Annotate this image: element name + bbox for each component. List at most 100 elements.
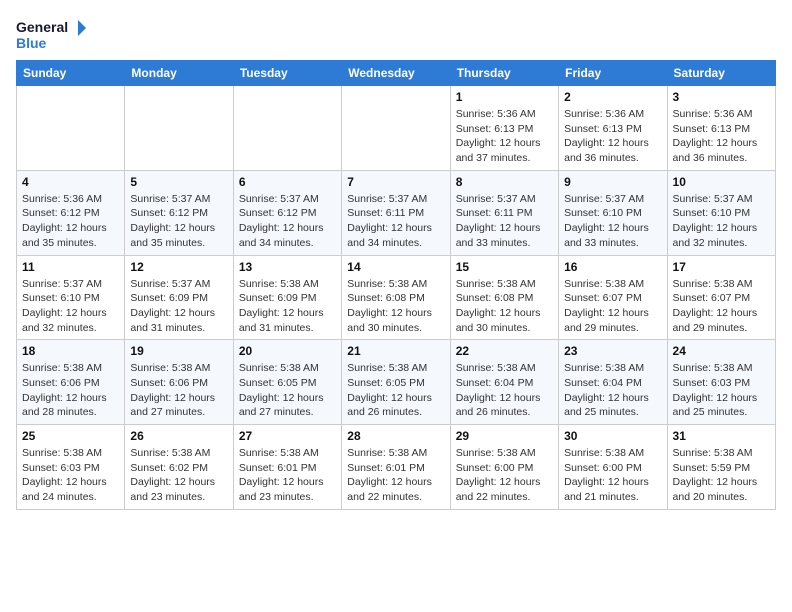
day-info: Sunrise: 5:38 AM Sunset: 6:09 PM Dayligh… — [239, 277, 336, 336]
day-info: Sunrise: 5:38 AM Sunset: 6:03 PM Dayligh… — [673, 361, 770, 420]
day-number: 18 — [22, 344, 119, 358]
day-info: Sunrise: 5:38 AM Sunset: 6:08 PM Dayligh… — [347, 277, 444, 336]
day-info: Sunrise: 5:38 AM Sunset: 6:08 PM Dayligh… — [456, 277, 553, 336]
day-number: 12 — [130, 260, 227, 274]
calendar-cell: 2 Sunrise: 5:36 AM Sunset: 6:13 PM Daylig… — [559, 86, 667, 171]
logo: General Blue — [16, 16, 86, 52]
day-number: 14 — [347, 260, 444, 274]
calendar-cell: 11 Sunrise: 5:37 AM Sunset: 6:10 PM Dayli… — [17, 255, 125, 340]
day-info: Sunrise: 5:38 AM Sunset: 6:00 PM Dayligh… — [456, 446, 553, 505]
day-info: Sunrise: 5:38 AM Sunset: 6:05 PM Dayligh… — [347, 361, 444, 420]
day-number: 7 — [347, 175, 444, 189]
week-row-5: 25 Sunrise: 5:38 AM Sunset: 6:03 PM Dayli… — [17, 425, 776, 510]
day-number: 28 — [347, 429, 444, 443]
calendar-cell: 31Sunrise: 5:38 AM Sunset: 5:59 PM Dayli… — [667, 425, 775, 510]
day-number: 15 — [456, 260, 553, 274]
day-info: Sunrise: 5:37 AM Sunset: 6:10 PM Dayligh… — [564, 192, 661, 251]
calendar-cell: 21 Sunrise: 5:38 AM Sunset: 6:05 PM Dayli… — [342, 340, 450, 425]
day-info: Sunrise: 5:36 AM Sunset: 6:13 PM Dayligh… — [673, 107, 770, 166]
day-info: Sunrise: 5:38 AM Sunset: 6:01 PM Dayligh… — [239, 446, 336, 505]
day-number: 20 — [239, 344, 336, 358]
calendar-table: SundayMondayTuesdayWednesdayThursdayFrid… — [16, 60, 776, 510]
day-number: 24 — [673, 344, 770, 358]
day-number: 11 — [22, 260, 119, 274]
weekday-header-tuesday: Tuesday — [233, 61, 341, 86]
calendar-cell: 29 Sunrise: 5:38 AM Sunset: 6:00 PM Dayli… — [450, 425, 558, 510]
day-number: 9 — [564, 175, 661, 189]
day-info: Sunrise: 5:37 AM Sunset: 6:10 PM Dayligh… — [673, 192, 770, 251]
day-number: 29 — [456, 429, 553, 443]
day-number: 5 — [130, 175, 227, 189]
calendar-cell: 12 Sunrise: 5:37 AM Sunset: 6:09 PM Dayli… — [125, 255, 233, 340]
day-number: 23 — [564, 344, 661, 358]
calendar-cell — [125, 86, 233, 171]
day-info: Sunrise: 5:38 AM Sunset: 6:02 PM Dayligh… — [130, 446, 227, 505]
calendar-cell — [17, 86, 125, 171]
day-number: 27 — [239, 429, 336, 443]
day-number: 25 — [22, 429, 119, 443]
calendar-cell: 24 Sunrise: 5:38 AM Sunset: 6:03 PM Dayli… — [667, 340, 775, 425]
calendar-cell: 14 Sunrise: 5:38 AM Sunset: 6:08 PM Dayli… — [342, 255, 450, 340]
weekday-header-saturday: Saturday — [667, 61, 775, 86]
day-info: Sunrise: 5:38 AM Sunset: 6:05 PM Dayligh… — [239, 361, 336, 420]
day-number: 30 — [564, 429, 661, 443]
day-info: Sunrise: 5:36 AM Sunset: 6:13 PM Dayligh… — [564, 107, 661, 166]
week-row-1: 1Sunrise: 5:36 AM Sunset: 6:13 PM Daylig… — [17, 86, 776, 171]
day-number: 17 — [673, 260, 770, 274]
svg-text:Blue: Blue — [16, 35, 47, 51]
day-info: Sunrise: 5:37 AM Sunset: 6:12 PM Dayligh… — [130, 192, 227, 251]
calendar-cell: 13 Sunrise: 5:38 AM Sunset: 6:09 PM Dayli… — [233, 255, 341, 340]
day-info: Sunrise: 5:36 AM Sunset: 6:13 PM Dayligh… — [456, 107, 553, 166]
week-row-4: 18 Sunrise: 5:38 AM Sunset: 6:06 PM Dayli… — [17, 340, 776, 425]
calendar-cell: 8 Sunrise: 5:37 AM Sunset: 6:11 PM Daylig… — [450, 170, 558, 255]
day-number: 13 — [239, 260, 336, 274]
logo-svg: General Blue — [16, 16, 86, 52]
calendar-cell: 3 Sunrise: 5:36 AM Sunset: 6:13 PM Daylig… — [667, 86, 775, 171]
day-info: Sunrise: 5:38 AM Sunset: 6:06 PM Dayligh… — [130, 361, 227, 420]
day-number: 2 — [564, 90, 661, 104]
weekday-header-monday: Monday — [125, 61, 233, 86]
svg-text:General: General — [16, 19, 68, 35]
day-number: 31 — [673, 429, 770, 443]
weekday-header-wednesday: Wednesday — [342, 61, 450, 86]
weekday-header-sunday: Sunday — [17, 61, 125, 86]
day-number: 10 — [673, 175, 770, 189]
day-info: Sunrise: 5:38 AM Sunset: 6:01 PM Dayligh… — [347, 446, 444, 505]
calendar-cell: 20 Sunrise: 5:38 AM Sunset: 6:05 PM Dayli… — [233, 340, 341, 425]
day-info: Sunrise: 5:38 AM Sunset: 6:06 PM Dayligh… — [22, 361, 119, 420]
calendar-cell: 27 Sunrise: 5:38 AM Sunset: 6:01 PM Dayli… — [233, 425, 341, 510]
day-number: 19 — [130, 344, 227, 358]
calendar-cell: 23Sunrise: 5:38 AM Sunset: 6:04 PM Dayli… — [559, 340, 667, 425]
calendar-cell: 4Sunrise: 5:36 AM Sunset: 6:12 PM Daylig… — [17, 170, 125, 255]
week-row-2: 4Sunrise: 5:36 AM Sunset: 6:12 PM Daylig… — [17, 170, 776, 255]
day-info: Sunrise: 5:37 AM Sunset: 6:11 PM Dayligh… — [456, 192, 553, 251]
calendar-cell: 16 Sunrise: 5:38 AM Sunset: 6:07 PM Dayli… — [559, 255, 667, 340]
day-number: 21 — [347, 344, 444, 358]
calendar-cell: 18 Sunrise: 5:38 AM Sunset: 6:06 PM Dayli… — [17, 340, 125, 425]
day-number: 16 — [564, 260, 661, 274]
calendar-cell: 6 Sunrise: 5:37 AM Sunset: 6:12 PM Daylig… — [233, 170, 341, 255]
day-info: Sunrise: 5:37 AM Sunset: 6:09 PM Dayligh… — [130, 277, 227, 336]
day-number: 6 — [239, 175, 336, 189]
calendar-cell: 7 Sunrise: 5:37 AM Sunset: 6:11 PM Daylig… — [342, 170, 450, 255]
day-info: Sunrise: 5:38 AM Sunset: 6:03 PM Dayligh… — [22, 446, 119, 505]
calendar-cell: 22Sunrise: 5:38 AM Sunset: 6:04 PM Dayli… — [450, 340, 558, 425]
calendar-cell: 19 Sunrise: 5:38 AM Sunset: 6:06 PM Dayli… — [125, 340, 233, 425]
weekday-header-friday: Friday — [559, 61, 667, 86]
day-info: Sunrise: 5:38 AM Sunset: 6:07 PM Dayligh… — [564, 277, 661, 336]
week-row-3: 11 Sunrise: 5:37 AM Sunset: 6:10 PM Dayli… — [17, 255, 776, 340]
calendar-cell: 15 Sunrise: 5:38 AM Sunset: 6:08 PM Dayli… — [450, 255, 558, 340]
day-info: Sunrise: 5:37 AM Sunset: 6:10 PM Dayligh… — [22, 277, 119, 336]
day-number: 3 — [673, 90, 770, 104]
day-info: Sunrise: 5:37 AM Sunset: 6:11 PM Dayligh… — [347, 192, 444, 251]
calendar-cell: 5 Sunrise: 5:37 AM Sunset: 6:12 PM Daylig… — [125, 170, 233, 255]
calendar-cell: 25 Sunrise: 5:38 AM Sunset: 6:03 PM Dayli… — [17, 425, 125, 510]
day-info: Sunrise: 5:37 AM Sunset: 6:12 PM Dayligh… — [239, 192, 336, 251]
day-number: 26 — [130, 429, 227, 443]
calendar-cell: 17Sunrise: 5:38 AM Sunset: 6:07 PM Dayli… — [667, 255, 775, 340]
day-info: Sunrise: 5:36 AM Sunset: 6:12 PM Dayligh… — [22, 192, 119, 251]
day-number: 8 — [456, 175, 553, 189]
day-info: Sunrise: 5:38 AM Sunset: 6:00 PM Dayligh… — [564, 446, 661, 505]
day-info: Sunrise: 5:38 AM Sunset: 6:04 PM Dayligh… — [456, 361, 553, 420]
calendar-cell — [342, 86, 450, 171]
